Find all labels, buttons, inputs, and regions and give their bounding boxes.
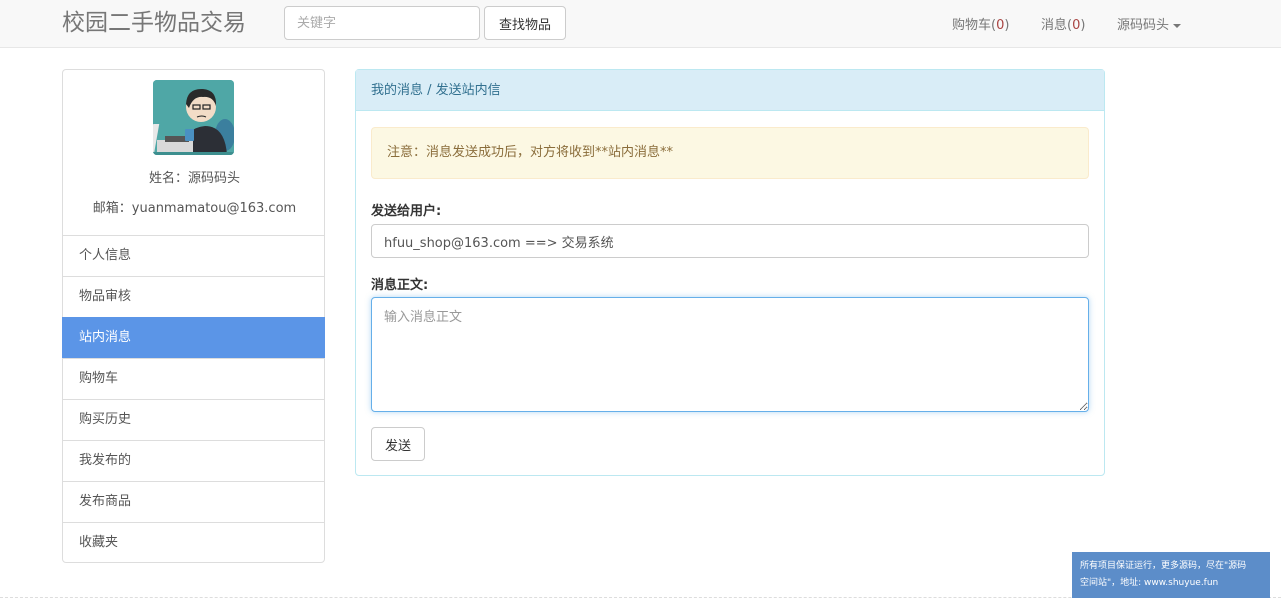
sidebar-item-purchase-history[interactable]: 购买历史 bbox=[62, 399, 325, 440]
search-input[interactable] bbox=[284, 6, 480, 40]
search-button[interactable]: 查找物品 bbox=[484, 6, 566, 40]
watermark-banner: 所有项目保证运行，更多源码，尽在"源码 空间站"，地址: www.shuyue.… bbox=[1072, 552, 1270, 598]
cart-link[interactable]: 购物车(0) bbox=[952, 14, 1009, 33]
sidebar-item-profile[interactable]: 个人信息 bbox=[62, 235, 325, 276]
to-user-field[interactable] bbox=[371, 224, 1089, 258]
sidebar-item-review[interactable]: 物品审核 bbox=[62, 276, 325, 317]
user-menu-dropdown[interactable]: 源码码头 bbox=[1117, 14, 1182, 33]
avatar bbox=[153, 80, 234, 155]
send-message-panel: 我的消息 / 发送站内信 注意：消息发送成功后，对方将收到**站内消息** 发送… bbox=[355, 69, 1105, 476]
watermark-line-1: 所有项目保证运行，更多源码，尽在"源码 bbox=[1080, 561, 1247, 571]
to-user-label: 发送给用户: bbox=[371, 204, 442, 219]
message-body-textarea[interactable] bbox=[371, 297, 1089, 412]
caret-down-icon bbox=[1173, 23, 1182, 28]
cart-label-close: ) bbox=[1004, 18, 1010, 33]
sidebar-item-messages[interactable]: 站内消息 bbox=[62, 317, 325, 358]
notice-alert: 注意：消息发送成功后，对方将收到**站内消息** bbox=[371, 127, 1089, 179]
avatar-illustration-icon bbox=[153, 80, 234, 155]
messages-label-close: ) bbox=[1080, 18, 1086, 33]
site-brand[interactable]: 校园二手物品交易 bbox=[62, 8, 246, 38]
watermark-line-2: 空间站"，地址: www.shuyue.fun bbox=[1080, 578, 1219, 588]
messages-label: 消息( bbox=[1041, 18, 1073, 33]
sidebar-item-cart[interactable]: 购物车 bbox=[62, 358, 325, 399]
user-menu-label: 源码码头 bbox=[1117, 18, 1170, 33]
message-body-label: 消息正文: bbox=[371, 278, 429, 293]
sidebar-item-my-posts[interactable]: 我发布的 bbox=[62, 440, 325, 481]
profile-card: 姓名：源码码头 邮箱：yuanmamatou@163.com bbox=[62, 69, 325, 236]
sidebar-item-publish[interactable]: 发布商品 bbox=[62, 481, 325, 522]
cart-label: 购物车( bbox=[952, 18, 997, 33]
send-button[interactable]: 发送 bbox=[371, 427, 425, 461]
sidebar-item-favorites[interactable]: 收藏夹 bbox=[62, 522, 325, 563]
sidebar-menu: 个人信息 物品审核 站内消息 购物车 购买历史 我发布的 发布商品 收藏夹 bbox=[62, 235, 325, 563]
messages-link[interactable]: 消息(0) bbox=[1041, 14, 1085, 33]
breadcrumb: 我的消息 / 发送站内信 bbox=[356, 70, 1104, 111]
profile-name: 姓名：源码码头 bbox=[148, 171, 240, 186]
profile-email: 邮箱：yuanmamatou@163.com bbox=[92, 201, 297, 216]
top-navbar: 校园二手物品交易 查找物品 购物车(0) 消息(0) 源码码头 bbox=[0, 0, 1281, 48]
